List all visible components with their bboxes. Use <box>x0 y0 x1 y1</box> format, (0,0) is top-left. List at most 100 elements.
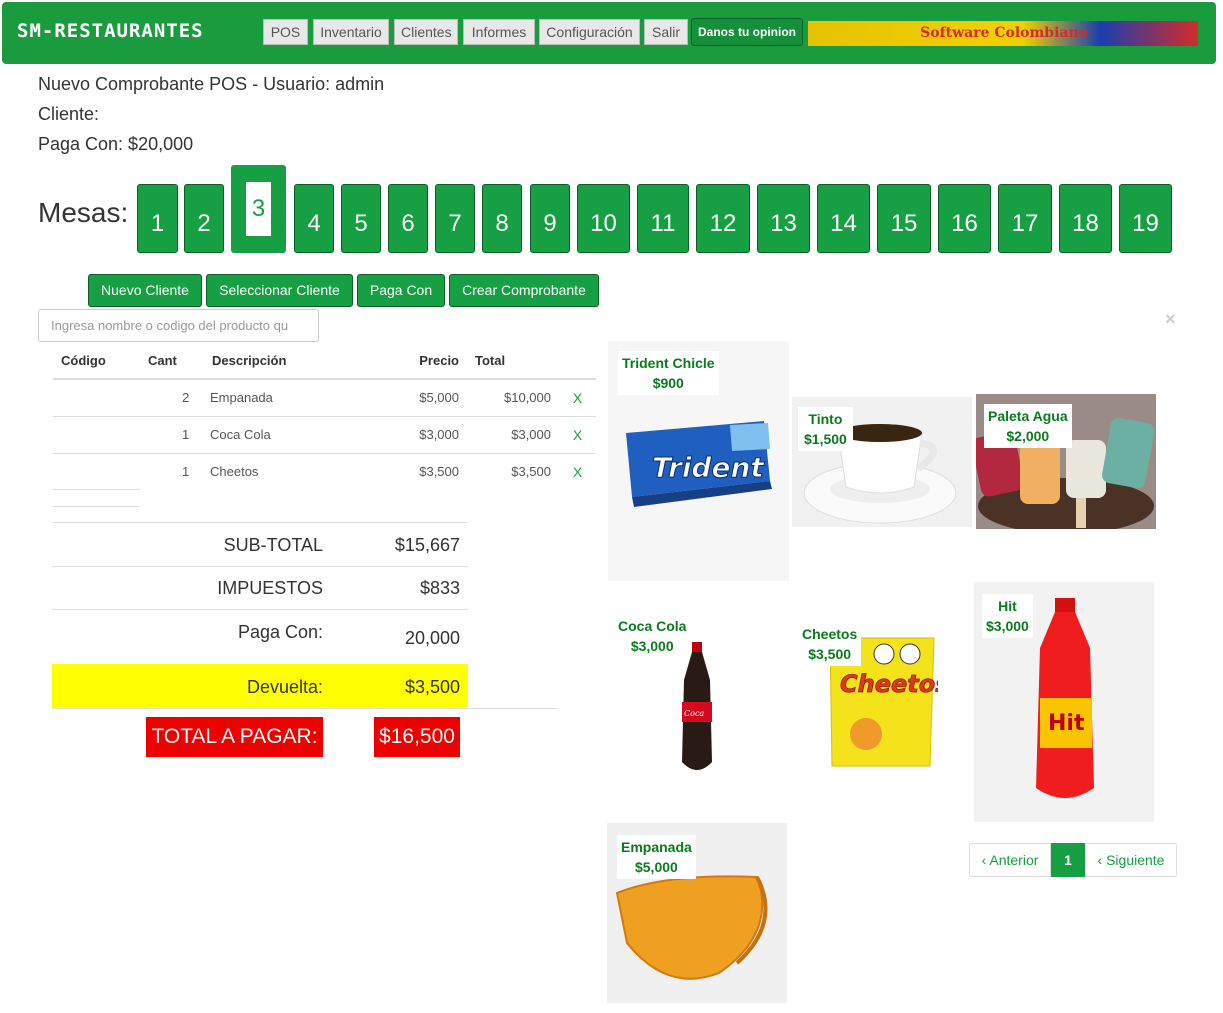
mesa-3-label: 3 <box>246 182 271 236</box>
divider <box>468 708 557 709</box>
product-price: $5,000 <box>634 859 678 875</box>
software-colombiano-banner[interactable]: Software Colombiano <box>808 21 1198 46</box>
cell-desc: Empanada <box>204 378 355 416</box>
cell-total: $10,000 <box>467 378 559 416</box>
product-label-tinto: Tinto $1,500 <box>798 407 853 451</box>
mesa-8[interactable]: 8 <box>482 184 522 253</box>
mesa-5[interactable]: 5 <box>341 184 381 253</box>
product-card-cheetos[interactable]: Cheetos Cheetos $3,500 <box>792 612 972 794</box>
divider <box>53 506 140 507</box>
product-name: Hit <box>998 598 1017 614</box>
product-card-tinto[interactable]: Tinto $1,500 <box>792 397 972 527</box>
crear-comprobante-button[interactable]: Crear Comprobante <box>449 274 599 307</box>
delete-item-button[interactable]: X <box>559 452 596 490</box>
product-card-coca-cola[interactable]: Coca Coca Cola $3,000 <box>608 604 789 799</box>
mesa-1[interactable]: 1 <box>137 184 178 253</box>
nav-salir[interactable]: Salir <box>644 19 688 45</box>
product-name: Cheetos <box>802 626 858 642</box>
product-label-cheetos: Cheetos $3,500 <box>798 622 862 666</box>
subtotal-row: SUB-TOTAL $15,667 <box>52 522 468 566</box>
cell-codigo <box>53 415 140 453</box>
subtotal-label: SUB-TOTAL <box>223 535 323 555</box>
product-search-input[interactable]: Ingresa nombre o codigo del producto qu <box>38 309 319 342</box>
table-row: 2 Empanada $5,000 $10,000 X <box>53 378 596 416</box>
brand-logo[interactable]: SM-RESTAURANTES <box>17 20 204 42</box>
product-price: $3,000 <box>986 618 1029 634</box>
nav-pos[interactable]: POS <box>263 19 308 45</box>
cell-precio: $5,000 <box>355 378 467 416</box>
delete-item-button[interactable]: X <box>559 415 596 453</box>
items-table: Código Cant Descripción Precio Total 2 E… <box>53 342 596 490</box>
product-label-hit: Hit $3,000 <box>982 594 1033 638</box>
opinion-button[interactable]: Danos tu opinion <box>691 18 803 46</box>
cell-total: $3,000 <box>467 415 559 453</box>
nav-clientes[interactable]: Clientes <box>394 19 458 45</box>
paga-con-label: Paga Con: <box>237 622 323 642</box>
close-icon[interactable]: × <box>1165 309 1176 330</box>
mesa-16[interactable]: 16 <box>938 184 991 253</box>
cell-codigo <box>53 378 140 416</box>
total-label: TOTAL A PAGAR: <box>146 717 323 757</box>
product-card-hit[interactable]: Hit Hit $3,000 <box>974 582 1154 822</box>
delete-item-button[interactable]: X <box>559 378 596 416</box>
mesa-18[interactable]: 18 <box>1059 184 1112 253</box>
nav-informes[interactable]: Informes <box>463 19 535 45</box>
mesa-3-selected[interactable]: 3 <box>231 165 286 253</box>
cell-cant: 2 <box>140 378 204 416</box>
product-label-empanada: Empanada $5,000 <box>617 835 696 879</box>
divider <box>53 489 140 490</box>
cell-precio: $3,000 <box>355 415 467 453</box>
paga-con-value: 20,000 <box>404 628 460 648</box>
pager-current[interactable]: 1 <box>1051 843 1085 877</box>
mesa-19[interactable]: 19 <box>1119 184 1172 253</box>
mesa-9[interactable]: 9 <box>530 184 570 253</box>
nuevo-cliente-button[interactable]: Nuevo Cliente <box>88 274 202 307</box>
hit-image: Hit <box>1036 598 1094 798</box>
cliente-label: Cliente: <box>38 104 100 124</box>
pager-next[interactable]: ‹ Siguiente <box>1085 843 1177 877</box>
mesa-11[interactable]: 11 <box>637 184 689 253</box>
nav-inventario[interactable]: Inventario <box>313 19 389 45</box>
svg-text:Coca: Coca <box>684 709 704 718</box>
product-name: Paleta Agua <box>988 408 1068 424</box>
mesa-4[interactable]: 4 <box>294 184 334 253</box>
impuestos-label: IMPUESTOS <box>217 578 323 598</box>
mesas-label: Mesas: <box>38 197 129 228</box>
cell-total: $3,500 <box>467 452 559 490</box>
product-name: Trident Chicle <box>622 355 715 371</box>
paga-con-info: Paga Con: $20,000 <box>38 134 194 154</box>
impuestos-value: $833 <box>419 578 460 598</box>
navbar: SM-RESTAURANTES POS Inventario Clientes … <box>2 2 1216 64</box>
svg-text:Hit: Hit <box>1048 711 1085 736</box>
mesa-12[interactable]: 12 <box>696 184 750 253</box>
product-price: $2,000 <box>1006 428 1050 444</box>
seleccionar-cliente-button[interactable]: Seleccionar Cliente <box>206 274 353 307</box>
svg-text:Cheetos: Cheetos <box>840 670 938 698</box>
paga-con-button[interactable]: Paga Con <box>357 274 445 307</box>
cell-precio: $3,500 <box>355 452 467 490</box>
product-price: $1,500 <box>804 431 847 447</box>
col-codigo: Código <box>53 342 140 380</box>
cell-desc: Cheetos <box>204 452 355 490</box>
product-card-paleta-agua[interactable]: Paleta Agua $2,000 <box>976 394 1156 529</box>
product-card-trident[interactable]: Trident Trident Chicle $900 <box>608 341 789 581</box>
mesa-13[interactable]: 13 <box>757 184 810 253</box>
mesa-17[interactable]: 17 <box>998 184 1052 253</box>
pager-prev[interactable]: ‹ Anterior <box>969 843 1051 877</box>
devuelta-row: Devuelta: $3,500 <box>52 664 468 708</box>
product-label-paleta-agua: Paleta Agua $2,000 <box>984 404 1072 448</box>
product-card-empanada[interactable]: Empanada $5,000 <box>607 823 787 1003</box>
mesa-7[interactable]: 7 <box>435 184 475 253</box>
subtotal-value: $15,667 <box>394 535 460 555</box>
trident-image: Trident <box>626 421 772 507</box>
divider <box>52 708 468 709</box>
table-row: 1 Coca Cola $3,000 $3,000 X <box>53 415 596 453</box>
mesa-15[interactable]: 15 <box>877 184 931 253</box>
mesa-14[interactable]: 14 <box>817 184 870 253</box>
mesa-6[interactable]: 6 <box>388 184 428 253</box>
total-value: $16,500 <box>374 717 460 757</box>
cell-desc: Coca Cola <box>204 415 355 453</box>
nav-configuracion[interactable]: Configuración <box>539 19 640 45</box>
mesa-2[interactable]: 2 <box>184 184 224 253</box>
mesa-10[interactable]: 10 <box>577 184 630 253</box>
